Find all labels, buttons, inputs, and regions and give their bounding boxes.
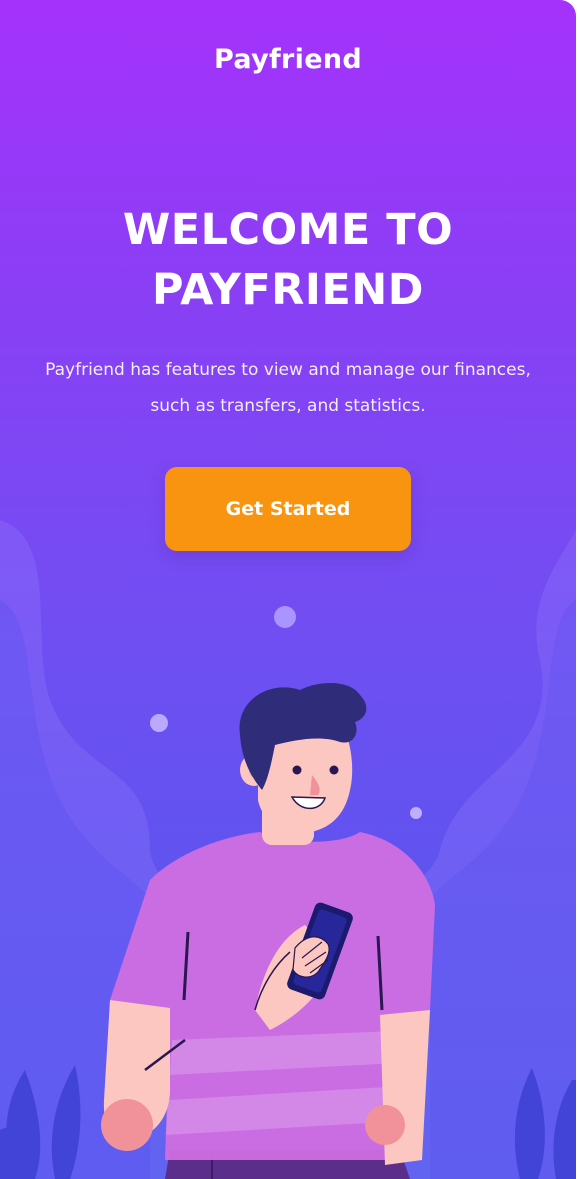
decor-bubble-icon [274, 606, 296, 628]
welcome-description: Payfriend has features to view and manag… [45, 360, 531, 416]
illustration [0, 520, 576, 1179]
decor-bubble-icon [150, 714, 168, 732]
welcome-headline-line2: PAYFRIEND [152, 265, 424, 315]
welcome-screen: Payfriend WELCOME TO PAYFRIEND Payfriend… [0, 0, 576, 1179]
welcome-headline: WELCOME TO PAYFRIEND [0, 200, 576, 320]
decor-bubble-icon [410, 807, 422, 819]
brand-logo-text: Payfriend [214, 44, 362, 75]
get-started-button[interactable]: Get Started [165, 467, 411, 551]
welcome-headline-line1: WELCOME TO [122, 205, 454, 255]
